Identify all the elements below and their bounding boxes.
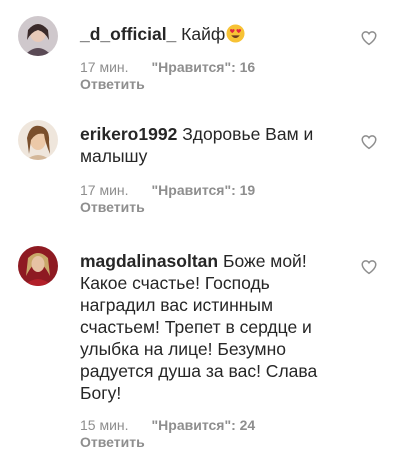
comment-time[interactable]: 17 мин. bbox=[80, 59, 129, 75]
avatar-image bbox=[18, 16, 58, 56]
comment-item: _d_official_ Кайф 17 мин. "Нравится": 16 … bbox=[0, 0, 400, 100]
comment-likes[interactable]: "Нравится": 24 bbox=[152, 417, 256, 433]
comment-meta: 17 мин. "Нравится": 16 bbox=[80, 59, 255, 76]
comment-text-block: erikero1992 Здоровье Вам и малышу bbox=[80, 123, 352, 167]
comment-text: Кайф bbox=[181, 24, 226, 44]
reply-button[interactable]: Ответить bbox=[80, 199, 145, 216]
heart-eyes-emoji-icon bbox=[226, 24, 245, 43]
heart-outline-icon[interactable] bbox=[360, 258, 378, 276]
comment-likes[interactable]: "Нравится": 19 bbox=[152, 182, 256, 198]
comment-text-block: magdalinasoltan Боже мой! Какое счастье!… bbox=[80, 250, 320, 404]
comment-time[interactable]: 15 мин. bbox=[80, 417, 129, 433]
comment-text: Боже мой! Какое счастье! Господь награди… bbox=[80, 251, 318, 403]
avatar-image bbox=[18, 246, 58, 286]
comment-username[interactable]: magdalinasoltan bbox=[80, 251, 218, 271]
comment-text-block: _d_official_ Кайф bbox=[80, 23, 352, 45]
comment-likes[interactable]: "Нравится": 16 bbox=[152, 59, 256, 75]
comment-time[interactable]: 17 мин. bbox=[80, 182, 129, 198]
comment-username[interactable]: erikero1992 bbox=[80, 124, 177, 144]
avatar[interactable] bbox=[18, 16, 58, 56]
comment-meta: 17 мин. "Нравится": 19 bbox=[80, 182, 255, 199]
heart-outline-icon[interactable] bbox=[360, 29, 378, 47]
reply-button[interactable]: Ответить bbox=[80, 434, 145, 451]
comment-item: erikero1992 Здоровье Вам и малышу 17 мин… bbox=[0, 100, 400, 226]
comment-meta: 15 мин. "Нравится": 24 bbox=[80, 417, 255, 434]
avatar[interactable] bbox=[18, 120, 58, 160]
reply-button[interactable]: Ответить bbox=[80, 76, 145, 93]
comment-username[interactable]: _d_official_ bbox=[80, 24, 176, 44]
heart-outline-icon[interactable] bbox=[360, 133, 378, 151]
avatar[interactable] bbox=[18, 246, 58, 286]
avatar-image bbox=[18, 120, 58, 160]
comment-item: magdalinasoltan Боже мой! Какое счастье!… bbox=[0, 226, 400, 472]
